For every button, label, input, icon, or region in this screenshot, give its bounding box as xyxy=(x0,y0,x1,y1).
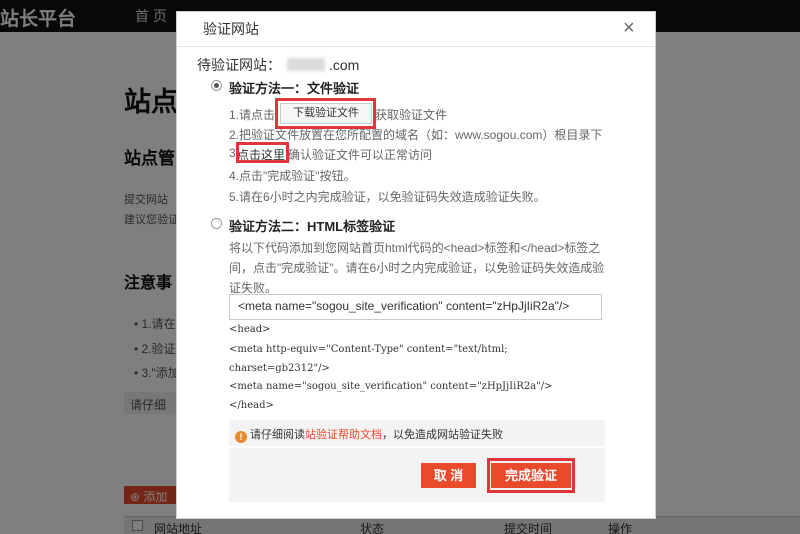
radio-html-tag-verification[interactable] xyxy=(211,218,222,229)
dialog-title: 验证网站 xyxy=(203,21,259,37)
method-file-title: 验证方法一：文件验证 xyxy=(229,81,360,96)
step-1-prefix: 1.请点击 xyxy=(229,108,276,122)
notice-prefix: 请仔细阅读 xyxy=(250,429,305,441)
close-icon[interactable]: × xyxy=(623,18,635,38)
complete-verification-button[interactable]: 完成验证 xyxy=(491,463,571,488)
code-line: <meta name="sogou_site_verification" con… xyxy=(229,381,553,392)
code-line: <head> xyxy=(229,324,271,335)
warning-icon: ! xyxy=(235,431,247,443)
step-5: 5.请在6小时之内完成验证，以免验证码失效造成验证失败。 xyxy=(229,190,546,204)
code-line: charset=gb2312"/> xyxy=(229,363,330,374)
site-label-prefix: 待验证网站： xyxy=(197,57,281,73)
help-notice: ! 请仔细阅读站验证帮助文档，以免造成网站验证失败 xyxy=(229,420,605,446)
click-here-link[interactable]: 点击这里 xyxy=(237,146,285,163)
html-method-description: 将以下代码添加到您网站首页html代码的<head>标签和</head>标签之间… xyxy=(229,241,605,295)
blurred-domain xyxy=(287,58,325,71)
notice-suffix: ，以免造成网站验证失败 xyxy=(382,429,503,441)
help-doc-link[interactable]: 站验证帮助文档 xyxy=(305,429,382,441)
step-4: 4.点击"完成验证"按钮。 xyxy=(229,169,356,183)
site-label-suffix: .com xyxy=(329,57,360,73)
method-html-title: 验证方法二：HTML标签验证 xyxy=(229,219,396,234)
step-3-suffix: 确认验证文件可以正常访问 xyxy=(288,148,433,162)
radio-file-verification[interactable] xyxy=(211,80,222,91)
title-divider xyxy=(177,46,655,47)
step-2: 2.把验证文件放置在您所配置的域名（如：www.sogou.com）根目录下 xyxy=(229,128,603,142)
code-line: <meta http-equiv="Content-Type" content=… xyxy=(229,344,508,355)
download-verification-file-button[interactable]: 下载验证文件 xyxy=(280,103,372,124)
site-to-verify: 待验证网站： .com xyxy=(197,55,359,75)
meta-tag-input[interactable]: <meta name="sogou_site_verification" con… xyxy=(229,294,602,320)
step-1-suffix: 获取验证文件 xyxy=(375,108,448,122)
code-line: </head> xyxy=(229,400,274,411)
verify-site-dialog: 验证网站 × 待验证网站： .com 验证方法一：文件验证 1.请点击 下载验证文… xyxy=(176,11,656,519)
cancel-button[interactable]: 取 消 xyxy=(421,463,476,488)
